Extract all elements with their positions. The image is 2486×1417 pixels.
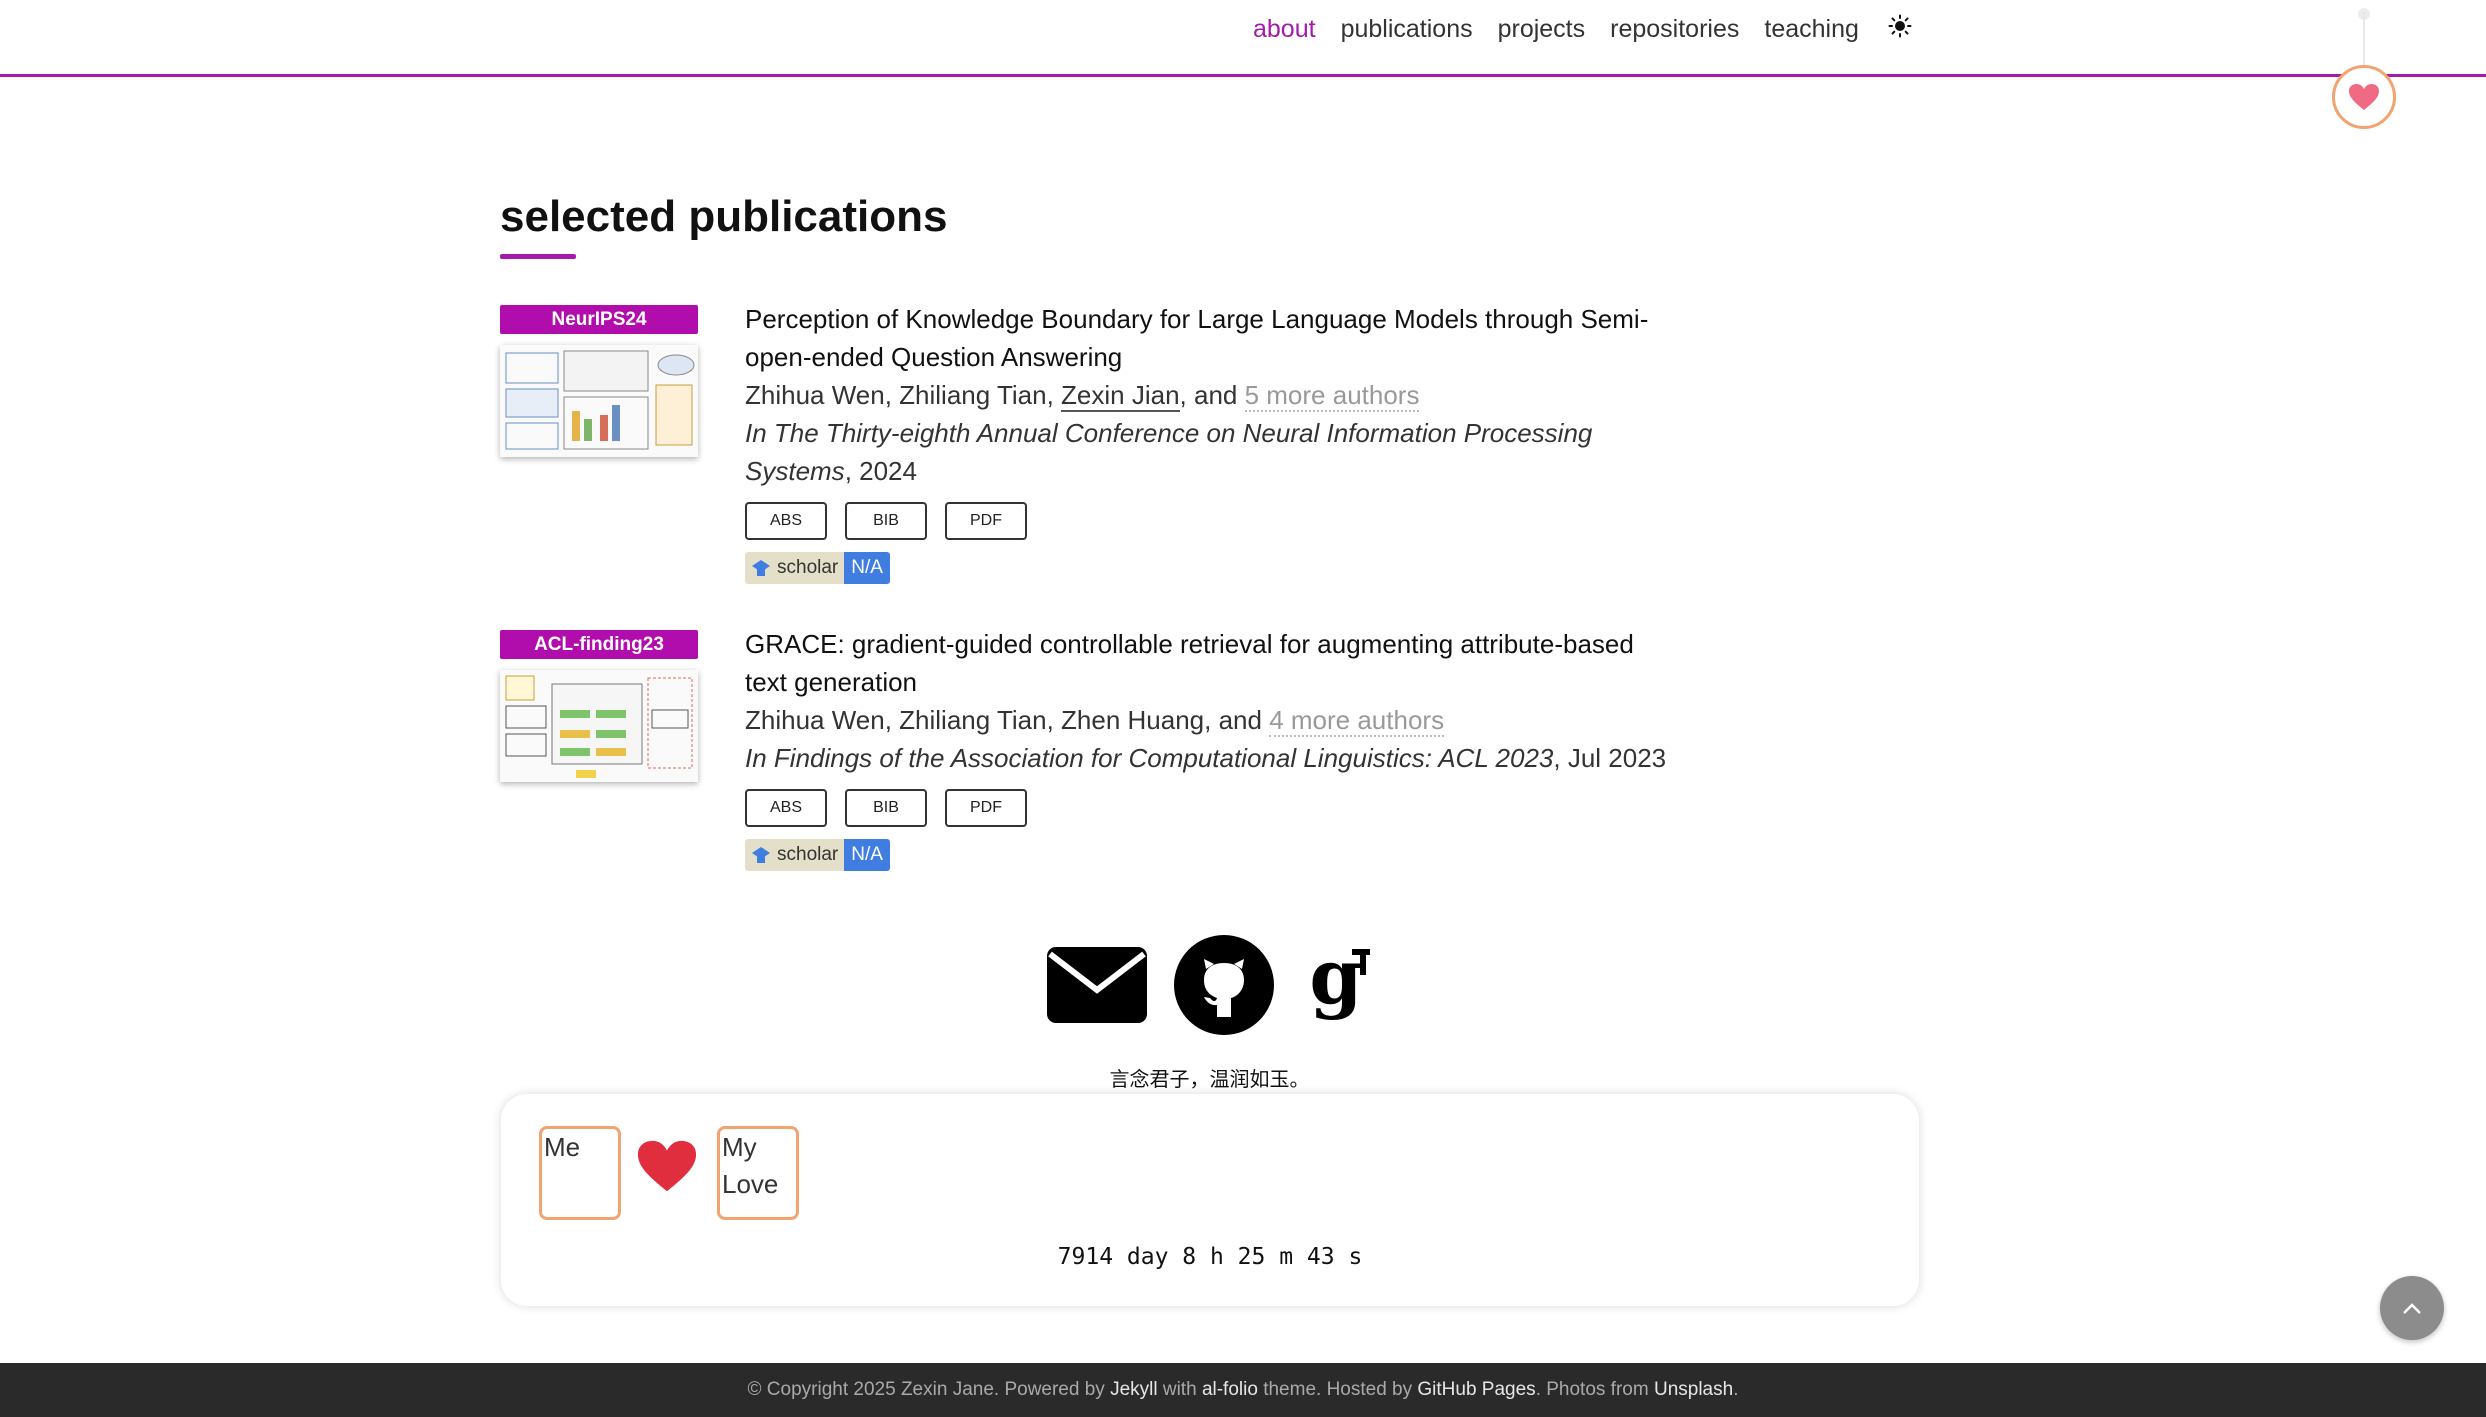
- publication-venue: In The Thirty-eighth Annual Conference o…: [745, 414, 1680, 490]
- author-list: Zhihua Wen, Zhiliang Tian,: [745, 380, 1062, 410]
- scholar-count: N/A: [844, 552, 890, 584]
- footer-end: .: [1733, 1379, 1739, 1400]
- footer-text-photos: . Photos from: [1535, 1379, 1654, 1400]
- footer-text-with: with: [1157, 1379, 1202, 1400]
- sun-icon[interactable]: [1888, 14, 1912, 45]
- author-list: Zhihua Wen, Zhiliang Tian, Zhen Huang: [745, 705, 1205, 735]
- publication-venue: In Findings of the Association for Compu…: [745, 739, 1680, 777]
- abs-button[interactable]: ABS: [745, 502, 827, 540]
- love-card: Me My Love 7914 day 8 h 25 m 43 s: [501, 1094, 1919, 1306]
- scholar-badge-label: scholar: [745, 839, 845, 871]
- social-links: g: [1046, 932, 1372, 1040]
- footer-link-jekyll[interactable]: Jekyll: [1110, 1379, 1158, 1400]
- publication-body: GRACE: gradient-guided controllable retr…: [745, 625, 1680, 871]
- heart-icon: [2349, 84, 2379, 110]
- navbar: about publications projects repositories…: [0, 0, 2486, 77]
- venue-name: In Findings of the Association for Compu…: [745, 743, 1554, 773]
- graduation-cap-icon: [752, 560, 770, 576]
- publication-authors: Zhihua Wen, Zhiliang Tian, Zhen Huang, a…: [745, 701, 1680, 739]
- more-authors-toggle[interactable]: 5 more authors: [1244, 380, 1420, 412]
- venue-badge[interactable]: NeurIPS24: [500, 305, 698, 334]
- pdf-button[interactable]: PDF: [945, 789, 1027, 827]
- section-title: selected publications: [500, 192, 948, 241]
- chevron-up-icon: [2403, 1303, 2421, 1314]
- footer: © Copyright 2025 Zexin Jane. Powered by …: [0, 1363, 2486, 1417]
- scholar-label: scholar: [777, 557, 839, 578]
- publication-title[interactable]: Perception of Knowledge Boundary for Lar…: [745, 300, 1680, 376]
- love-timer: 7914 day 8 h 25 m 43 s: [1057, 1244, 1363, 1270]
- scholar-count: N/A: [844, 839, 890, 871]
- nav-about[interactable]: about: [1253, 15, 1316, 44]
- heart-string: [2363, 12, 2365, 67]
- nav-teaching[interactable]: teaching: [1764, 15, 1859, 44]
- nav-projects[interactable]: projects: [1498, 15, 1586, 44]
- footer-prefix: © Copyright 2025 Zexin Jane. Powered by: [747, 1379, 1111, 1400]
- more-authors-toggle[interactable]: 4 more authors: [1269, 705, 1445, 737]
- my-love-box: My Love: [717, 1126, 799, 1220]
- venue-date: , 2024: [844, 456, 917, 486]
- footer-link-theme[interactable]: al-folio: [1202, 1379, 1258, 1400]
- bib-button[interactable]: BIB: [845, 502, 927, 540]
- author-and: , and: [1204, 705, 1270, 735]
- scholar-label: scholar: [777, 844, 839, 865]
- publication-buttons: ABS BIB PDF: [745, 789, 1680, 827]
- heart-pendant[interactable]: [2332, 65, 2396, 129]
- venue-badge[interactable]: ACL-finding23: [500, 630, 698, 659]
- publication-thumbnail[interactable]: [500, 670, 698, 782]
- publication-authors: Zhihua Wen, Zhiliang Tian, Zexin Jian, a…: [745, 376, 1680, 414]
- google-scholar-icon[interactable]: g: [1300, 932, 1372, 1032]
- heart-icon: [636, 1138, 698, 1199]
- scholar-badge-label: scholar: [745, 552, 845, 584]
- footer-link-github-pages[interactable]: GitHub Pages: [1417, 1379, 1535, 1400]
- graduation-cap-icon: [752, 847, 770, 863]
- nav-publications[interactable]: publications: [1341, 15, 1473, 44]
- bib-button[interactable]: BIB: [845, 789, 927, 827]
- abs-button[interactable]: ABS: [745, 789, 827, 827]
- me-box: Me: [539, 1126, 621, 1220]
- email-icon[interactable]: [1046, 946, 1148, 1029]
- motto-text: 言念君子，温润如玉。: [1109, 1069, 1310, 1091]
- pdf-button[interactable]: PDF: [945, 502, 1027, 540]
- nav-links: about publications projects repositories…: [1253, 14, 1912, 45]
- scholar-citation-badge[interactable]: scholar N/A: [745, 552, 890, 584]
- github-icon[interactable]: [1174, 935, 1274, 1040]
- author-self: Zexin Jian: [1061, 380, 1180, 412]
- publication-body: Perception of Knowledge Boundary for Lar…: [745, 300, 1680, 584]
- scholar-citation-badge[interactable]: scholar N/A: [745, 839, 890, 871]
- author-and: , and: [1179, 380, 1245, 410]
- nav-repositories[interactable]: repositories: [1610, 15, 1739, 44]
- publication-buttons: ABS BIB PDF: [745, 502, 1680, 540]
- publication-thumbnail[interactable]: [500, 345, 698, 457]
- footer-link-unsplash[interactable]: Unsplash: [1654, 1379, 1733, 1400]
- venue-date: , Jul 2023: [1553, 743, 1667, 773]
- publication-title[interactable]: GRACE: gradient-guided controllable retr…: [745, 625, 1680, 701]
- back-to-top-button[interactable]: [2380, 1276, 2444, 1340]
- footer-text-theme: theme. Hosted by: [1257, 1379, 1418, 1400]
- section-underline: [500, 254, 576, 259]
